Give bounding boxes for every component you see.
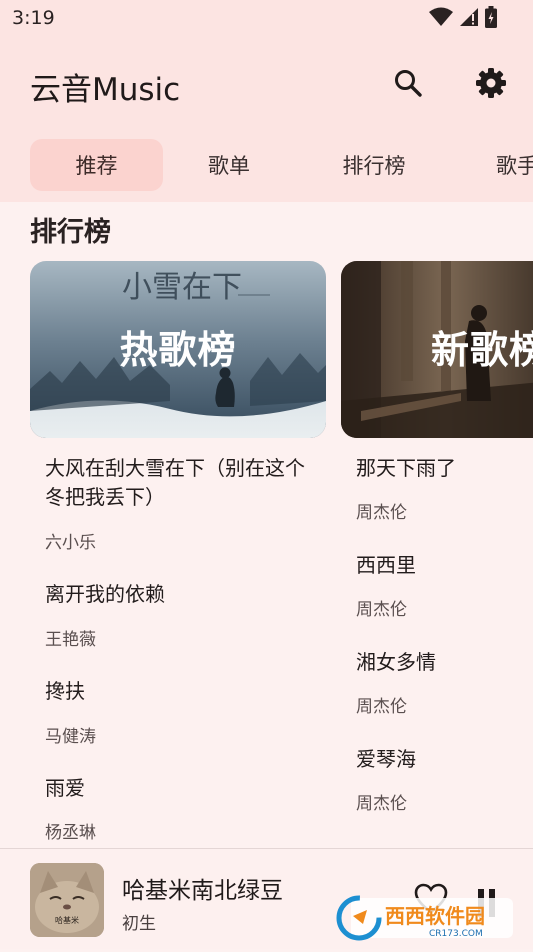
signal-icon bbox=[460, 8, 478, 26]
tab-charts[interactable]: 排行榜 bbox=[330, 139, 418, 191]
gear-icon bbox=[476, 68, 506, 98]
song-artist: 周杰伦 bbox=[356, 600, 407, 620]
search-button[interactable] bbox=[388, 63, 428, 103]
section-title: 排行榜 bbox=[30, 217, 111, 248]
song-artist: 六小乐 bbox=[45, 533, 96, 553]
status-bar: 3:19 bbox=[0, 0, 533, 36]
search-icon bbox=[395, 70, 422, 97]
song-artist: 杨丞琳 bbox=[45, 823, 96, 843]
player-song-title: 哈基米南北绿豆 bbox=[122, 878, 283, 904]
chart-card-hot[interactable]: 小雪在下 热歌榜 bbox=[30, 261, 326, 438]
tab-label: 排行榜 bbox=[342, 154, 406, 178]
song-title[interactable]: 大风在刮大雪在下（别在这个冬把我丢下） bbox=[45, 454, 307, 512]
battery-icon bbox=[485, 6, 497, 28]
song-title[interactable]: 湘女多情 bbox=[356, 648, 436, 677]
tab-bar: 推荐 歌单 排行榜 歌手 bbox=[0, 132, 533, 202]
cover-art-text: 哈基米 bbox=[55, 915, 79, 925]
song-artist: 周杰伦 bbox=[356, 503, 407, 523]
chart-name: 热歌榜 bbox=[119, 328, 237, 372]
app-title: 云音Music bbox=[30, 72, 181, 108]
song-title[interactable]: 搀扶 bbox=[45, 677, 85, 706]
chart-card-new[interactable]: 新歌榜 bbox=[341, 261, 533, 438]
player-cover-art: 哈基米 bbox=[30, 863, 104, 937]
watermark-text: 西西软件园 bbox=[385, 904, 485, 928]
tab-label: 歌手 bbox=[496, 154, 533, 178]
song-artist: 周杰伦 bbox=[356, 697, 407, 717]
song-title[interactable]: 那天下雨了 bbox=[356, 454, 456, 483]
tab-playlists[interactable]: 歌单 bbox=[183, 139, 275, 191]
song-title[interactable]: 离开我的依赖 bbox=[45, 580, 165, 609]
song-artist: 马健涛 bbox=[45, 727, 96, 747]
song-title[interactable]: 西西里 bbox=[356, 551, 416, 580]
watermark-logo: 西西软件园 CR173.COM bbox=[333, 890, 533, 948]
status-time: 3:19 bbox=[12, 7, 55, 29]
watermark-subtext: CR173.COM bbox=[429, 929, 483, 939]
song-title[interactable]: 雨爱 bbox=[45, 774, 85, 803]
cat-cover-image: 哈基米 bbox=[30, 863, 104, 937]
tab-label: 推荐 bbox=[75, 154, 118, 178]
tab-artists[interactable]: 歌手 bbox=[474, 139, 533, 191]
song-title[interactable]: 爱琴海 bbox=[356, 745, 416, 774]
player-song-artist: 初生 bbox=[122, 914, 156, 934]
settings-button[interactable] bbox=[471, 63, 511, 103]
chart-name: 新歌榜 bbox=[431, 328, 533, 372]
app-bar: 云音Music bbox=[0, 36, 533, 132]
status-icons bbox=[429, 6, 497, 28]
song-artist: 王艳薇 bbox=[45, 630, 96, 650]
tab-recommend[interactable]: 推荐 bbox=[30, 139, 163, 191]
cover-art-text: 小雪在下 bbox=[122, 270, 242, 305]
song-artist: 周杰伦 bbox=[356, 794, 407, 814]
wifi-icon bbox=[429, 7, 453, 26]
tab-label: 歌单 bbox=[208, 154, 250, 178]
